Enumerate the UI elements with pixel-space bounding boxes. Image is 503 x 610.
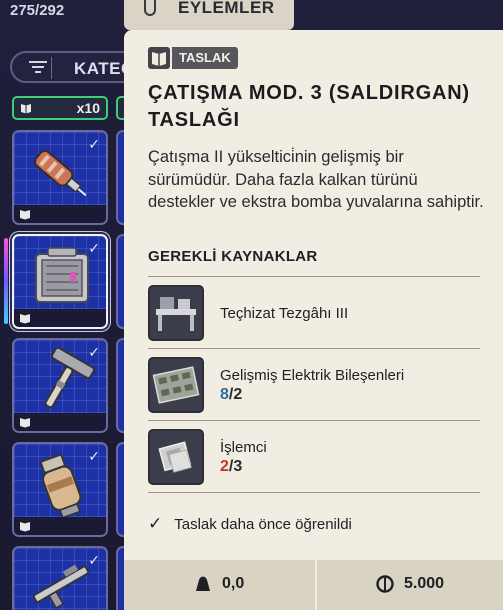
badge-label: TASLAK [172,47,238,69]
book-icon [20,210,30,220]
hammer-tool-icon [44,348,95,409]
requirement-name: İşlemci [220,439,267,456]
inventory-tile-5[interactable]: ✓ [12,546,108,610]
blueprint-badge: TASLAK [148,47,238,69]
requirement-quantity: 2/3 [220,458,243,475]
book-icon [20,522,30,532]
tile-footer [14,309,106,327]
blueprint-filter-chip[interactable]: x10 [12,96,108,120]
tile-footer [14,205,106,223]
owned-check-icon: ✓ [88,344,100,360]
requirement-row-electrical: Gelişmiş Elektrik Bileşenleri 8/2 [148,357,480,415]
owned-check-icon: ✓ [88,136,100,152]
actions-tab-label: EYLEMLER [178,0,275,17]
grenade-canister-icon [40,453,82,519]
inventory-capacity: 275/292 [10,2,65,19]
circuit-board-icon [148,357,204,413]
owned-check-icon: ✓ [88,552,100,568]
selection-rainbow-indicator [4,238,8,324]
footer-divider [315,560,317,610]
mouse-icon [144,0,156,16]
filter-divider [51,57,52,79]
book-icon [21,104,31,114]
inventory-tile-1[interactable]: ✓ [12,130,108,225]
requirement-name: Gelişmiş Elektrik Bileşenleri [220,367,405,384]
inventory-tile-3[interactable]: ✓ [12,338,108,433]
inventory-tile-4[interactable]: ✓ [12,442,108,537]
requirement-name: Teçhizat Tezgâhı III [220,305,349,322]
item-title: ÇATIŞMA MOD. 3 (SALDIRGAN) TASLAĞI [148,82,470,131]
requirement-row-processor: İşlemci 2/3 [148,429,480,487]
quantity-have: 8 [220,386,229,403]
requirements-heading: GEREKLİ KAYNAKLAR [148,248,318,265]
filter-icon [29,61,47,75]
weight-value: 0,0 [222,575,245,592]
weight-stat: 0,0 [194,575,244,593]
price-value: 5.000 [404,575,445,592]
divider [148,276,480,277]
quantity-need: 3 [233,458,243,475]
blueprint-count: x10 [76,100,100,116]
divider [148,492,480,493]
check-icon: ✓ [148,514,163,533]
quantity-need: 2 [233,386,243,403]
item-footer: 0,0 5.000 [124,560,503,610]
item-description: Çatışma II yükseltici̇nin gelişmiş bir s… [148,148,484,211]
actions-tab[interactable]: EYLEMLER [124,0,294,30]
injector-item-icon [34,150,87,197]
book-icon [20,314,30,324]
divider [148,420,480,421]
learned-text: Taslak daha önce öğrenildi [174,515,352,533]
book-icon [148,47,170,69]
tile-footer [14,517,106,535]
item-detail-card: TASLAK ÇATIŞMA MOD. 3 (SALDIRGAN) TASLAĞ… [124,30,503,610]
inventory-tile-selected[interactable]: ✓ [12,234,108,329]
armor-mod-item-icon [35,247,89,303]
price-stat: 5.000 [376,575,444,593]
quantity-have: 2 [220,458,229,475]
requirement-row-workbench: Teçhizat Tezgâhı III [148,285,480,343]
book-icon [20,418,30,428]
weight-icon [196,576,210,591]
requirement-quantity: 8/2 [220,386,243,403]
processor-chip-icon [148,429,204,485]
coin-icon [376,575,394,593]
divider [148,348,480,349]
owned-check-icon: ✓ [88,240,100,256]
rifle-item-icon [32,564,90,609]
learned-status: ✓ Taslak daha önce öğrenildi [148,514,352,534]
tile-footer [14,413,106,431]
owned-check-icon: ✓ [88,448,100,464]
workbench-icon [148,285,204,341]
